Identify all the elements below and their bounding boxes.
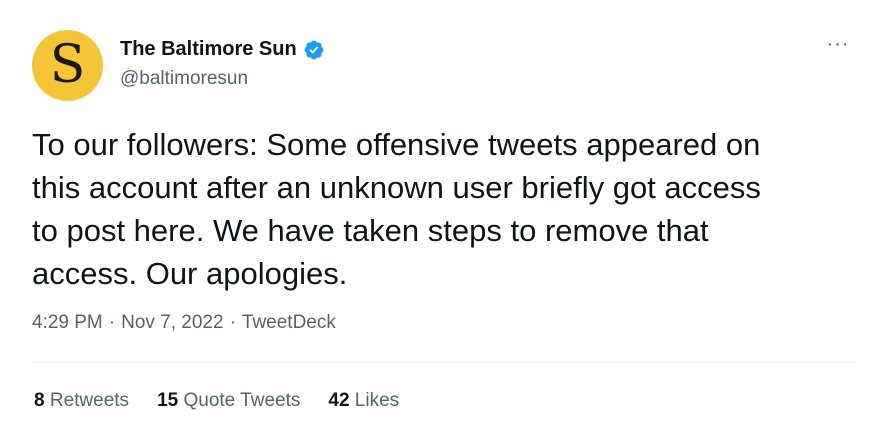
divider: [32, 362, 856, 363]
likes-label: Likes: [354, 390, 400, 411]
avatar[interactable]: S: [32, 30, 103, 101]
likes-stat[interactable]: 42 Likes: [328, 390, 399, 412]
handle[interactable]: @baltimoresun: [120, 68, 248, 90]
avatar-letter: S: [49, 34, 86, 95]
author-name-row: The Baltimore Sun: [120, 38, 325, 61]
tweet-meta: 4:29 PM · Nov 7, 2022 · TweetDeck: [32, 312, 336, 334]
tweet-text: To our followers: Some offensive tweets …: [32, 127, 761, 291]
quote-tweets-count: 15: [157, 390, 179, 411]
more-options-button[interactable]: ···: [822, 32, 854, 56]
quote-tweets-label: Quote Tweets: [183, 390, 301, 411]
verified-badge-icon: [304, 40, 324, 59]
tweet-time-link[interactable]: 4:29 PM: [32, 312, 103, 334]
meta-separator: ·: [108, 312, 116, 333]
retweets-count: 8: [34, 390, 45, 411]
tweet-date-link[interactable]: Nov 7, 2022: [121, 312, 223, 334]
likes-count: 42: [328, 390, 350, 411]
engagement-stats: 8 Retweets 15 Quote Tweets 42 Likes: [34, 390, 399, 412]
retweets-label: Retweets: [49, 390, 130, 411]
tweet-source-link[interactable]: TweetDeck: [242, 312, 336, 334]
retweets-stat[interactable]: 8 Retweets: [34, 390, 129, 412]
meta-separator: ·: [229, 312, 236, 333]
quote-tweets-stat[interactable]: 15 Quote Tweets: [157, 390, 300, 412]
display-name[interactable]: The Baltimore Sun: [120, 38, 297, 61]
tweet-card: S The Baltimore Sun @baltimoresun ··· To…: [0, 0, 878, 437]
